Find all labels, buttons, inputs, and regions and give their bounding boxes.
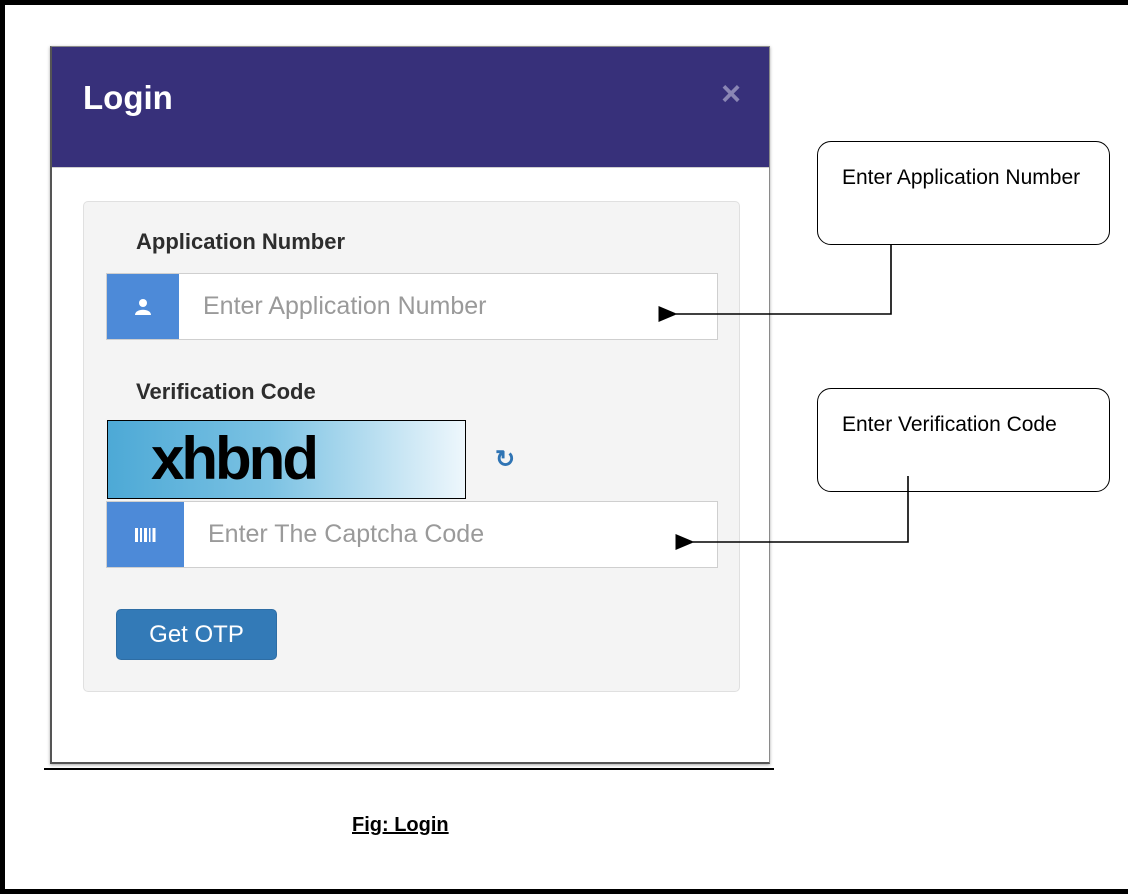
- annotation-arrows: [658, 245, 909, 550]
- application-number-arrow: [658, 245, 892, 322]
- verification-code-arrow: [675, 476, 909, 550]
